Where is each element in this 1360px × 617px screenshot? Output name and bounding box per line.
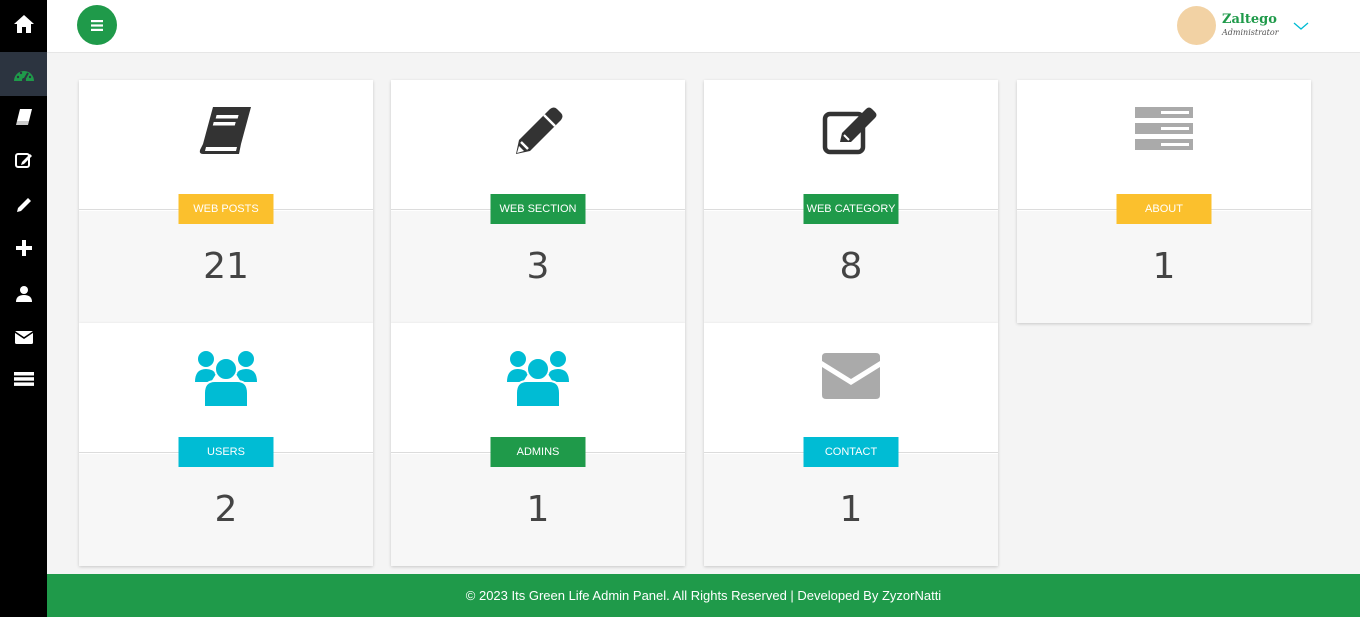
sidebar-item-home[interactable] [0,2,47,46]
card-users[interactable]: USERS 2 [79,323,373,566]
pencil-icon [516,107,563,154]
card-contact[interactable]: CONTACT 1 [704,323,998,566]
user-info: Zaltego Administrator [1222,13,1279,37]
sidebar-item-posts[interactable] [0,95,47,139]
top-bar: Zaltego Administrator [47,0,1360,53]
card-label: WEB POSTS [178,194,274,224]
card-web-section[interactable]: WEB SECTION 3 [391,80,685,323]
card-web-category[interactable]: WEB CATEGORY 8 [704,80,998,323]
card-label: WEB SECTION [490,194,586,224]
user-icon [15,286,32,302]
edit-icon [14,153,32,168]
card-value: 3 [526,246,550,287]
card-value: 1 [839,489,863,530]
sidebar-item-dashboard[interactable] [0,52,47,96]
edit-icon [822,107,877,155]
bars-icon [91,19,103,31]
card-label: WEB CATEGORY [803,194,899,224]
card-web-posts[interactable]: WEB POSTS 21 [79,80,373,323]
book-icon [15,109,32,125]
envelope-icon [822,353,880,399]
user-name: Zaltego [1222,12,1277,27]
server-icon [1135,107,1193,150]
home-icon [13,15,34,33]
card-label: ABOUT [1116,194,1212,224]
card-value: 2 [214,489,238,530]
menu-toggle-button[interactable] [77,5,117,45]
card-value: 1 [526,489,550,530]
user-menu[interactable]: Zaltego Administrator [1177,5,1309,45]
server-icon [13,372,34,386]
card-label: CONTACT [803,437,899,467]
card-value: 8 [839,246,863,287]
card-value: 1 [1152,246,1176,287]
footer: © 2023 Its Green Life Admin Panel. All R… [47,574,1360,617]
sidebar-item-users[interactable] [0,272,47,316]
users-icon [507,351,569,407]
book-icon [199,107,251,154]
user-role: Administrator [1222,28,1279,37]
sidebar-item-category[interactable] [0,138,47,182]
card-admins[interactable]: ADMINS 1 [391,323,685,566]
footer-text: © 2023 Its Green Life Admin Panel. All R… [465,588,942,603]
sidebar [0,0,47,617]
card-label: USERS [178,437,274,467]
avatar [1177,5,1216,45]
card-value: 21 [203,246,249,287]
sidebar-item-contact[interactable] [0,315,47,359]
plus-icon [15,240,32,256]
sidebar-item-about[interactable] [0,357,47,401]
dashboard-icon [13,71,34,82]
chevron-down-icon[interactable] [1293,22,1309,31]
pencil-icon [16,198,31,212]
envelope-icon [14,331,33,344]
sidebar-item-section[interactable] [0,183,47,227]
card-label: ADMINS [490,437,586,467]
sidebar-item-add[interactable] [0,226,47,270]
card-about[interactable]: ABOUT 1 [1017,80,1311,323]
users-icon [195,351,257,407]
